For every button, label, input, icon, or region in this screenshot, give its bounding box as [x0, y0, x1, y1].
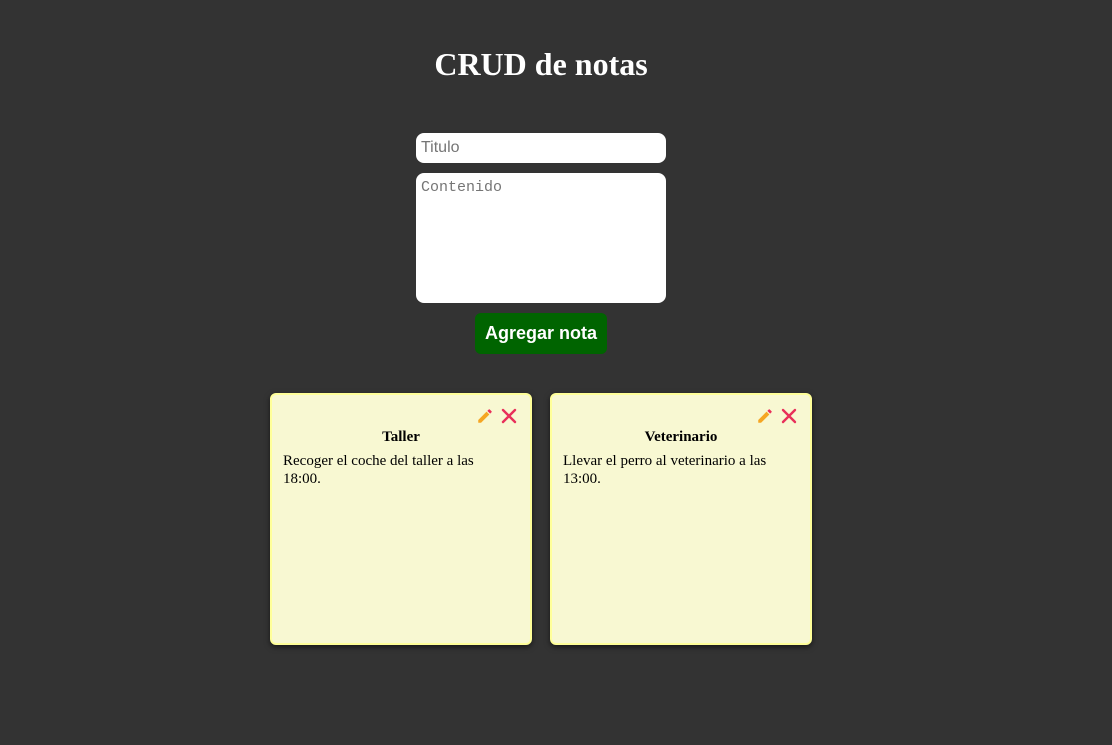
- note-actions: [476, 406, 518, 426]
- pencil-icon[interactable]: [756, 407, 774, 425]
- close-icon[interactable]: [780, 407, 798, 425]
- pencil-icon[interactable]: [476, 407, 494, 425]
- page-title: CRUD de notas: [434, 46, 648, 82]
- note-title: Veterinario: [644, 429, 718, 445]
- title-input[interactable]: [416, 133, 666, 163]
- note-content: Recoger el coche del taller a las 18:00.: [283, 453, 474, 487]
- note-title: Taller: [382, 429, 420, 445]
- note-card: Veterinario Llevar el perro al veterinar…: [550, 393, 812, 645]
- note-content: Llevar el perro al veterinario a las 13:…: [563, 453, 767, 487]
- note-card: Taller Recoger el coche del taller a las…: [270, 393, 532, 645]
- content-textarea[interactable]: [416, 173, 666, 303]
- close-icon[interactable]: [500, 407, 518, 425]
- note-actions: [756, 406, 798, 426]
- add-note-button[interactable]: Agregar nota: [475, 313, 607, 354]
